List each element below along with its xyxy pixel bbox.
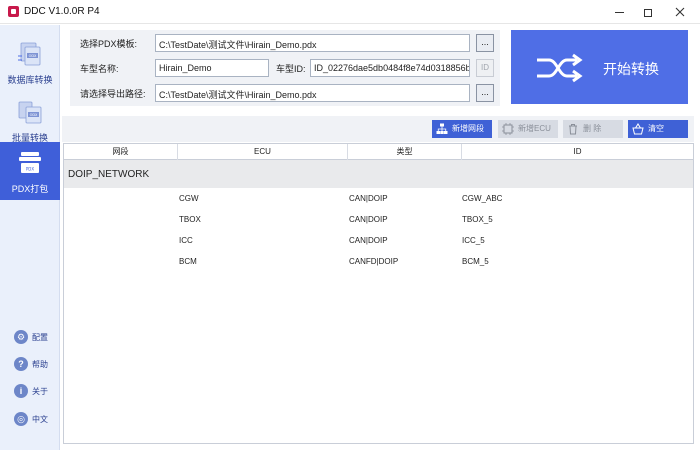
column-header-segment[interactable]: 网段 xyxy=(64,144,178,160)
maximize-button[interactable] xyxy=(635,3,661,21)
sidebar-item-label: 帮助 xyxy=(32,360,48,369)
sidebar-item-label: PDX打包 xyxy=(11,184,49,194)
model-id-input[interactable]: ID_02276dae5db0484f8e74d0318856b xyxy=(310,59,470,77)
start-convert-label: 开始转换 xyxy=(603,61,659,77)
sidebar: ODX 数据库转换 ODX 批量转换 PDX PDX打包 ⚙ 配置 ? 帮助 i xyxy=(0,25,60,450)
minimize-button[interactable] xyxy=(606,3,632,21)
cell-type: CAN|DOIP xyxy=(349,215,388,224)
model-name-input[interactable]: Hirain_Demo xyxy=(155,59,269,77)
ecu-table: 网段 ECU 类型 ID DOIP_NETWORK CGW CAN|DOIP C… xyxy=(63,143,694,444)
batch-convert-icon: ODX xyxy=(18,101,42,124)
table-row[interactable]: CGW CAN|DOIP CGW_ABC xyxy=(64,190,693,210)
maximize-icon xyxy=(644,8,652,17)
config-icon: ⚙ xyxy=(14,330,28,344)
database-convert-icon: ODX xyxy=(18,42,41,66)
language-icon: ◎ xyxy=(14,412,28,426)
cell-id: TBOX_5 xyxy=(462,215,493,224)
sidebar-item-about[interactable]: i 关于 xyxy=(14,384,58,400)
add-segment-label: 新增网段 xyxy=(452,124,484,133)
cell-ecu: BCM xyxy=(179,257,197,266)
table-row[interactable]: ICC CAN|DOIP ICC_5 xyxy=(64,232,693,252)
sidebar-item-label: 配置 xyxy=(32,333,48,342)
column-header-ecu[interactable]: ECU xyxy=(178,144,348,160)
minimize-icon xyxy=(614,12,624,14)
model-name-label: 车型名称: xyxy=(80,64,119,74)
sidebar-item-label: 中文 xyxy=(32,415,48,424)
cell-ecu: ICC xyxy=(179,236,193,245)
sidebar-item-database-convert[interactable]: ODX 数据库转换 xyxy=(0,33,60,89)
column-header-type[interactable]: 类型 xyxy=(348,144,462,160)
network-group-label: DOIP_NETWORK xyxy=(68,169,150,180)
table-row[interactable]: TBOX CAN|DOIP TBOX_5 xyxy=(64,211,693,231)
cell-id: CGW_ABC xyxy=(462,194,503,203)
cell-type: CANFD|DOIP xyxy=(349,257,399,266)
export-path-browse-button[interactable]: ... xyxy=(476,84,494,102)
svg-text:ODX: ODX xyxy=(30,113,38,117)
shuffle-icon xyxy=(537,53,583,83)
basket-icon xyxy=(632,123,644,135)
close-icon xyxy=(675,7,685,17)
network-group-row[interactable]: DOIP_NETWORK xyxy=(64,160,693,188)
cell-id: BCM_5 xyxy=(462,257,489,266)
cell-id: ICC_5 xyxy=(462,236,485,245)
sidebar-item-language[interactable]: ◎ 中文 xyxy=(14,412,58,428)
add-ecu-label: 新增ECU xyxy=(518,124,551,133)
sidebar-item-pdx-package[interactable]: PDX PDX打包 xyxy=(0,142,60,200)
clear-label: 清空 xyxy=(648,124,664,133)
sidebar-item-label: 数据库转换 xyxy=(7,75,53,85)
sidebar-item-label: 关于 xyxy=(32,387,48,396)
trash-icon xyxy=(569,124,577,135)
export-path-row: 请选择导出路径: C:\TestDate\测试文件\Hirain_Demo.pd… xyxy=(70,83,500,103)
app-logo-icon xyxy=(8,6,19,17)
svg-text:ODX: ODX xyxy=(29,54,37,58)
model-id-label: 车型ID: xyxy=(276,64,306,74)
column-header-id[interactable]: ID xyxy=(462,144,693,160)
delete-label: 删 除 xyxy=(583,124,602,133)
pdx-template-label: 选择PDX模板: xyxy=(80,39,138,49)
add-ecu-button[interactable]: 新增ECU xyxy=(498,120,558,138)
generate-id-button[interactable]: ID xyxy=(476,59,494,77)
table-row[interactable]: BCM CANFD|DOIP BCM_5 xyxy=(64,253,693,273)
title-bar: DDC V1.0.0R P4 xyxy=(0,0,700,24)
cell-ecu: TBOX xyxy=(179,215,201,224)
sidebar-item-batch-convert[interactable]: ODX 批量转换 xyxy=(0,91,60,147)
sidebar-item-help[interactable]: ? 帮助 xyxy=(14,357,58,373)
form-panel: 选择PDX模板: C:\TestDate\测试文件\Hirain_Demo.pd… xyxy=(70,30,500,106)
clear-button[interactable]: 清空 xyxy=(628,120,688,138)
window-title: DDC V1.0.0R P4 xyxy=(24,6,100,17)
delete-button[interactable]: 删 除 xyxy=(563,120,623,138)
pdx-template-input[interactable]: C:\TestDate\测试文件\Hirain_Demo.pdx xyxy=(155,34,470,52)
cell-ecu: CGW xyxy=(179,194,199,203)
network-icon xyxy=(436,123,448,134)
start-convert-button[interactable]: 开始转换 xyxy=(511,30,688,104)
cell-type: CAN|DOIP xyxy=(349,194,388,203)
about-icon: i xyxy=(14,384,28,398)
close-button[interactable] xyxy=(667,3,693,21)
pdx-template-row: 选择PDX模板: C:\TestDate\测试文件\Hirain_Demo.pd… xyxy=(70,33,500,53)
pdx-package-icon: PDX xyxy=(19,152,41,173)
table-toolbar: 新增网段 新增ECU 删 除 清空 xyxy=(62,116,694,142)
ecu-icon xyxy=(502,123,514,135)
sidebar-item-config[interactable]: ⚙ 配置 xyxy=(14,330,58,346)
export-path-input[interactable]: C:\TestDate\测试文件\Hirain_Demo.pdx xyxy=(155,84,470,102)
svg-text:PDX: PDX xyxy=(26,167,34,172)
table-header: 网段 ECU 类型 ID xyxy=(64,144,693,160)
pdx-template-browse-button[interactable]: ... xyxy=(476,34,494,52)
add-segment-button[interactable]: 新增网段 xyxy=(432,120,492,138)
model-row: 车型名称: Hirain_Demo 车型ID: ID_02276dae5db04… xyxy=(70,58,500,78)
cell-type: CAN|DOIP xyxy=(349,236,388,245)
help-icon: ? xyxy=(14,357,28,371)
export-path-label: 请选择导出路径: xyxy=(80,89,146,99)
